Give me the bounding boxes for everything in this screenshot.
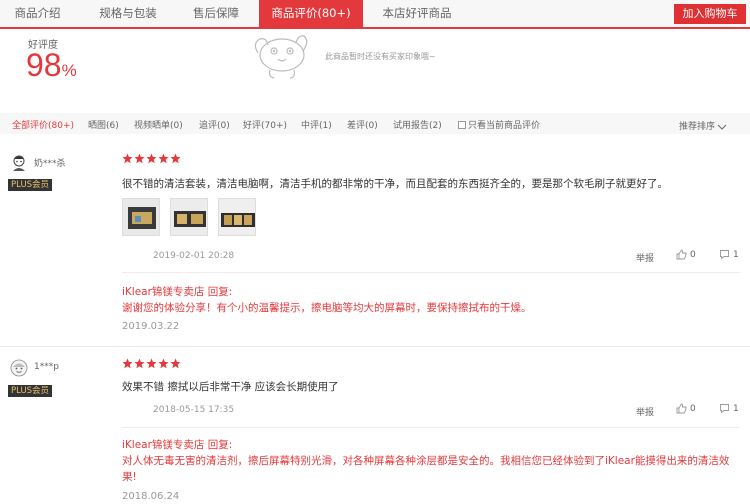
add-to-cart-button[interactable]: 加入购物车	[674, 4, 746, 24]
user-avatar-icon	[13, 155, 25, 171]
filter-trial-report[interactable]: 试用报告(2)	[393, 118, 442, 131]
jd-dog-mascot-icon	[254, 35, 308, 79]
sort-dropdown[interactable]: 推荐排序	[679, 119, 727, 132]
star-rating	[122, 153, 182, 164]
filter-current-product-only[interactable]: 只看当前商品评价	[458, 118, 540, 131]
chevron-down-icon	[717, 124, 727, 130]
plus-member-badge: PLUS会员	[8, 385, 53, 397]
review-filter-bar: 全部评价(80+) 晒图(6) 视频晒单(0) 追评(0) 好评(70+) 中评…	[0, 113, 750, 134]
review-content: 效果不错 擦拭以后非常干净 应该会长期使用了	[122, 381, 339, 393]
like-count: 0	[690, 404, 696, 414]
comment-icon	[720, 250, 729, 260]
review-content: 很不错的清洁套装，清洁电脑啊，清洁手机的都非常的干净，而且配套的东西挺齐全的，要…	[122, 178, 668, 190]
seller-reply-header: iKlear锦镁专卖店 回复:	[122, 439, 233, 451]
tab-product-intro[interactable]: 商品介绍	[0, 0, 75, 27]
star-icon	[134, 358, 145, 369]
review-photo-thumbnail[interactable]	[170, 198, 208, 236]
filter-positive[interactable]: 好评(70+)	[243, 118, 287, 131]
empty-impression-tip: 此商品暂时还没有买家印象哦~	[325, 52, 436, 61]
star-icon	[146, 153, 157, 164]
comment-icon	[720, 404, 729, 414]
star-rating	[122, 358, 182, 369]
filter-followup[interactable]: 追评(0)	[199, 118, 230, 131]
thumbs-up-icon	[676, 403, 687, 414]
star-icon	[146, 358, 157, 369]
tab-specs-packaging[interactable]: 规格与包装	[82, 0, 174, 27]
filter-photos[interactable]: 晒图(6)	[88, 118, 119, 131]
user-avatar-icon	[10, 359, 28, 377]
filter-current-product-label: 只看当前商品评价	[468, 121, 541, 131]
filter-video[interactable]: 视频晒单(0)	[134, 118, 183, 131]
review-photo-thumbnail[interactable]	[218, 198, 256, 236]
plus-member-badge: PLUS会员	[8, 179, 53, 191]
rating-number: 98	[26, 47, 62, 83]
tab-after-sales[interactable]: 售后保障	[180, 0, 252, 27]
filter-neutral[interactable]: 中评(1)	[301, 118, 332, 131]
reply-divider	[122, 427, 740, 428]
filter-negative[interactable]: 差评(0)	[347, 118, 378, 131]
review-photo-thumbnail[interactable]	[122, 198, 160, 236]
comment-button[interactable]: 1	[719, 249, 739, 260]
comment-count: 1	[733, 250, 739, 260]
seller-reply-text: 谢谢您的体验分享！有个小的温馨提示，擦电脑等均大的屏幕时，要保持擦拭布的干燥。	[122, 302, 532, 314]
like-button[interactable]: 0	[676, 249, 696, 260]
star-icon	[158, 153, 169, 164]
checkbox-icon[interactable]	[458, 121, 466, 129]
review-item: 1***p PLUS会员 效果不错 擦拭以后非常干净 应该会长期使用了 2018…	[0, 347, 750, 504]
review-item: 奶***杀 PLUS会员 很不错的清洁套装，清洁电脑啊，清洁手机的都非常的干净，…	[0, 134, 750, 346]
report-link[interactable]: 举报	[636, 251, 654, 264]
report-link[interactable]: 举报	[636, 405, 654, 418]
like-button[interactable]: 0	[676, 403, 696, 414]
rating-value: 98%	[26, 47, 77, 89]
tab-shop-favorites[interactable]: 本店好评商品	[370, 0, 464, 27]
thumbs-up-icon	[676, 249, 687, 260]
seller-reply-date: 2018.06.24	[122, 491, 180, 502]
star-icon	[170, 358, 181, 369]
filter-all[interactable]: 全部评价(80+)	[12, 118, 74, 131]
seller-reply-header: iKlear锦镁专卖店 回复:	[122, 286, 233, 298]
comment-button[interactable]: 1	[719, 403, 739, 414]
product-tab-bar: 商品介绍 规格与包装 售后保障 商品评价(80+) 本店好评商品 加入购物车	[0, 0, 750, 29]
star-icon	[134, 153, 145, 164]
review-date: 2018-05-15 17:35	[153, 405, 235, 415]
star-icon	[122, 358, 133, 369]
review-username: 奶***杀	[34, 159, 66, 169]
review-date: 2019-02-01 20:28	[153, 251, 235, 261]
comment-count: 1	[733, 404, 739, 414]
review-username: 1***p	[34, 362, 59, 372]
tab-reviews[interactable]: 商品评价(80+)	[259, 0, 363, 27]
like-count: 0	[690, 250, 696, 260]
star-icon	[122, 153, 133, 164]
star-icon	[170, 153, 181, 164]
sort-label: 推荐排序	[679, 122, 716, 132]
star-icon	[158, 358, 169, 369]
seller-reply-text: 对人体无毒无害的清洁剂，擦后屏幕特别光滑，对各种屏幕各种涂层都是安全的。我相信您…	[122, 455, 730, 483]
rating-unit: %	[61, 61, 77, 80]
seller-reply-date: 2019.03.22	[122, 321, 180, 332]
reply-divider	[122, 272, 740, 273]
